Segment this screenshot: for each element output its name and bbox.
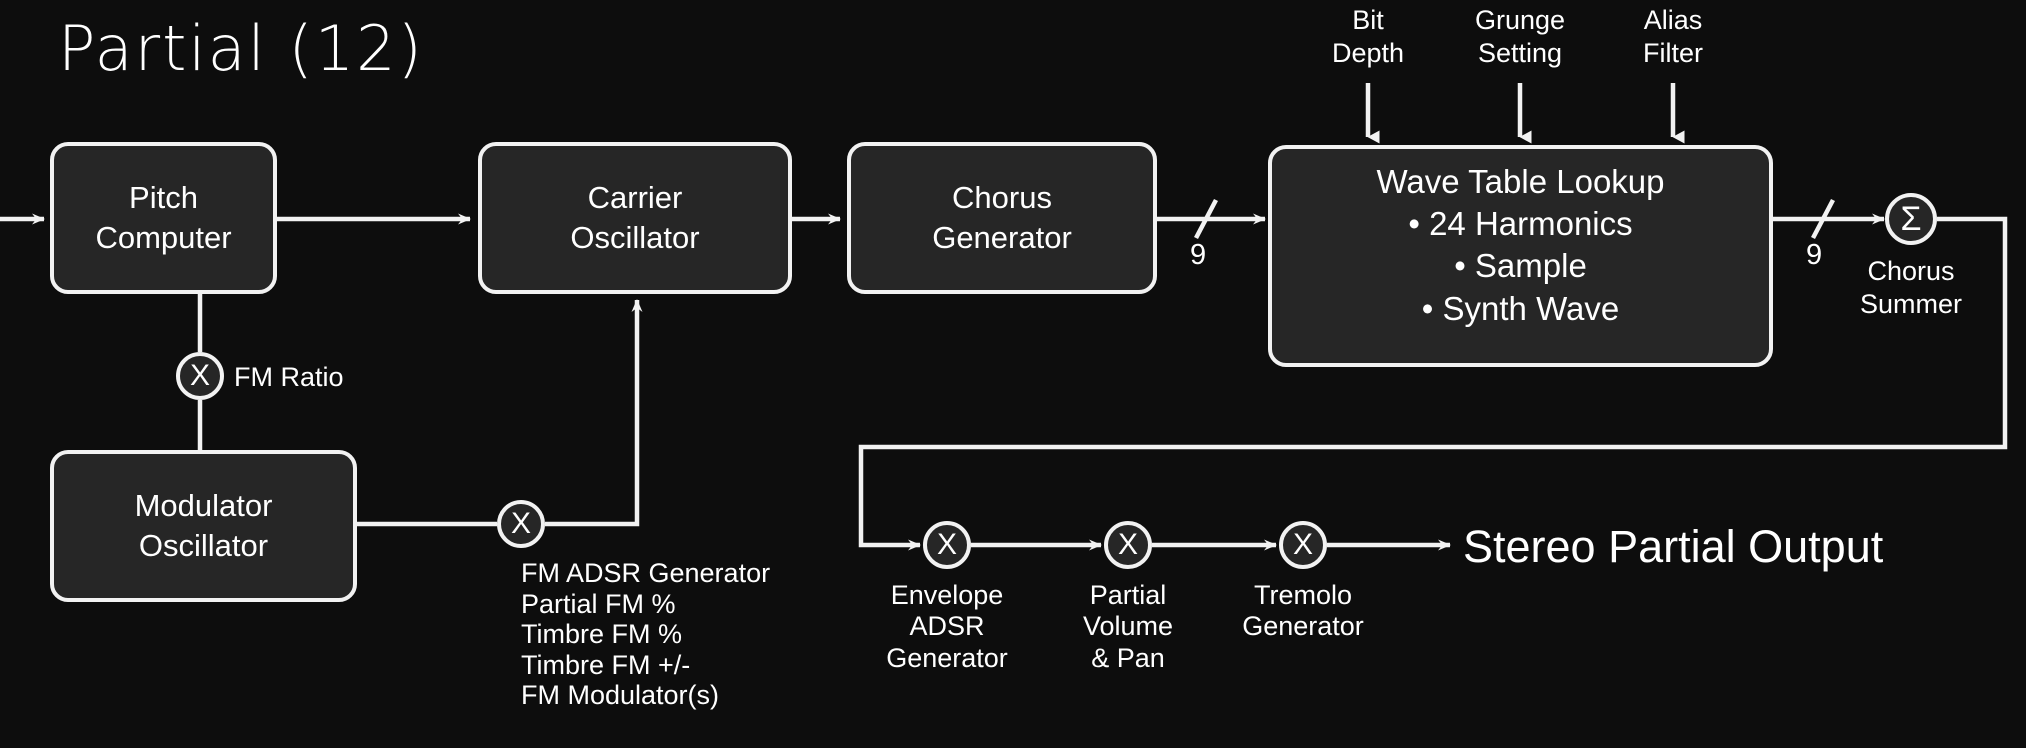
param-alias-line1: Alias (1643, 5, 1703, 35)
multiply-glyph-envelope: X (936, 528, 957, 561)
label-tremolo-generator: Tremolo Generator (1242, 580, 1364, 643)
param-bit-depth-line2: Depth (1331, 37, 1405, 68)
block-chorus-generator-line2: Generator (932, 220, 1072, 255)
block-carrier-oscillator-line1: Carrier (587, 180, 683, 216)
volume-line3: & Pan (1091, 642, 1165, 673)
block-pitch-computer-line2: Computer (95, 220, 232, 255)
operator-multiply-tremolo[interactable]: X (1279, 521, 1327, 569)
param-label-bit-depth: Bit Depth (1283, 4, 1453, 70)
block-chorus-generator-line1: Chorus (952, 180, 1052, 216)
block-wave-table-lookup-title: Wave Table Lookup (1376, 163, 1665, 200)
operator-sum-chorus-summer[interactable]: Σ (1885, 193, 1937, 245)
param-bit-depth-line1: Bit (1352, 5, 1384, 35)
multiply-glyph-fm-depth: X (510, 507, 531, 540)
chorus-summer-line1: Chorus (1867, 256, 1955, 286)
block-carrier-oscillator-line2: Oscillator (570, 220, 700, 255)
operator-multiply-fm-ratio[interactable]: X (176, 352, 224, 400)
label-envelope-adsr-generator: Envelope ADSR Generator (886, 580, 1008, 674)
partial-signal-flow-diagram: Partial (12) Pitch Computer Carrier Osci… (0, 0, 2026, 748)
sum-glyph: Σ (1900, 200, 1922, 238)
envelope-line3: Generator (886, 642, 1008, 673)
diagram-title: Partial (12) (58, 12, 424, 85)
bus-width-marker-2: 9 (1806, 239, 1823, 271)
tremolo-line1: Tremolo (1253, 580, 1353, 610)
multiply-glyph-partial-volume: X (1117, 528, 1138, 561)
operator-multiply-partial-volume[interactable]: X (1104, 521, 1152, 569)
block-modulator-oscillator[interactable]: Modulator Oscillator (50, 450, 357, 602)
chorus-summer-line2: Summer (1859, 288, 1962, 319)
param-label-alias-filter: Alias Filter (1588, 4, 1758, 70)
bus-slash-1 (1194, 198, 1218, 240)
multiply-glyph-tremolo: X (1292, 528, 1313, 561)
block-wave-table-lookup[interactable]: Wave Table Lookup • 24 Harmonics • Sampl… (1268, 145, 1773, 367)
block-chorus-generator[interactable]: Chorus Generator (847, 142, 1157, 294)
param-label-grunge-setting: Grunge Setting (1435, 4, 1605, 70)
operator-multiply-envelope[interactable]: X (923, 521, 971, 569)
tremolo-line2: Generator (1242, 611, 1364, 642)
multiply-glyph-fm-ratio: X (189, 359, 210, 392)
label-chorus-summer: Chorus Summer (1831, 255, 1991, 321)
bus-slash-2 (1811, 198, 1835, 240)
label-stereo-partial-output: Stereo Partial Output (1463, 521, 1884, 572)
param-grunge-line2: Setting (1477, 37, 1563, 68)
param-alias-line2: Filter (1643, 37, 1703, 68)
volume-line2: Volume (1082, 611, 1174, 642)
param-grunge-line1: Grunge (1474, 5, 1566, 35)
label-partial-volume-pan: Partial Volume & Pan (1083, 580, 1173, 674)
operator-multiply-fm-depth[interactable]: X (497, 500, 545, 548)
block-modulator-oscillator-line2: Oscillator (138, 528, 269, 563)
label-fm-ratio: FM Ratio (234, 362, 344, 392)
block-modulator-oscillator-line1: Modulator (134, 488, 273, 524)
envelope-line1: Envelope (890, 580, 1004, 610)
block-carrier-oscillator[interactable]: Carrier Oscillator (478, 142, 792, 294)
block-wave-table-item-1: • Sample (1454, 247, 1587, 285)
wire-fmdepth-up-to-carrier (545, 299, 643, 527)
block-wave-table-item-0: • 24 Harmonics (1408, 205, 1633, 243)
bus-width-marker-1: 9 (1190, 239, 1207, 271)
block-pitch-computer-line1: Pitch (129, 180, 198, 216)
envelope-line2: ADSR (909, 611, 985, 642)
block-wave-table-item-2: • Synth Wave (1421, 289, 1620, 327)
block-pitch-computer[interactable]: Pitch Computer (50, 142, 277, 294)
volume-line1: Partial (1089, 580, 1167, 610)
